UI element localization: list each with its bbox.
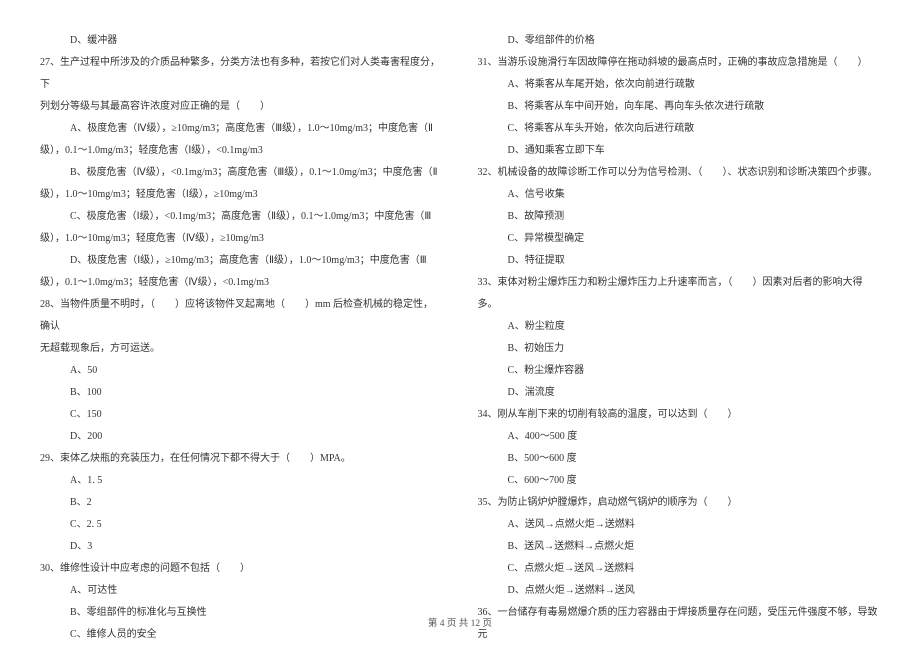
right-column: D、零组部件的价格 31、当游乐设施滑行车因故障停在拖动斜坡的最高点时，正确的事… (478, 30, 881, 646)
q33-option-c: C、粉尘爆炸容器 (478, 360, 881, 382)
q31-option-a: A、将乘客从车尾开始，依次向前进行疏散 (478, 74, 881, 96)
q32-option-d: D、特征提取 (478, 250, 881, 272)
q29-option-c: C、2. 5 (40, 514, 443, 536)
q27-option-c-line1: C、极度危害（Ⅰ级），<0.1mg/m3；高度危害（Ⅱ级），0.1～1.0mg/… (40, 206, 443, 228)
q28-option-b: B、100 (40, 382, 443, 404)
q31-stem: 31、当游乐设施滑行车因故障停在拖动斜坡的最高点时，正确的事故应急措施是（ ） (478, 52, 881, 74)
left-column: D、缓冲器 27、生产过程中所涉及的介质品种繁多，分类方法也有多种，若按它们对人… (40, 30, 443, 646)
q27-option-b-line2: 级），1.0～10mg/m3；轻度危害（Ⅰ级），≥10mg/m3 (40, 184, 443, 206)
q27-stem-line1: 27、生产过程中所涉及的介质品种繁多，分类方法也有多种，若按它们对人类毒害程度分… (40, 52, 443, 96)
q27-option-a-line2: 级），0.1～1.0mg/m3；轻度危害（Ⅰ级），<0.1mg/m3 (40, 140, 443, 162)
q27-option-b-line1: B、极度危害（Ⅳ级），<0.1mg/m3；高度危害（Ⅲ级），0.1～1.0mg/… (40, 162, 443, 184)
q30-option-a: A、可达性 (40, 580, 443, 602)
q32-option-c: C、异常模型确定 (478, 228, 881, 250)
q31-option-b: B、将乘客从车中间开始，向车尾、再向车头依次进行疏散 (478, 96, 881, 118)
q33-option-d: D、湍流度 (478, 382, 881, 404)
q26-option-d: D、缓冲器 (40, 30, 443, 52)
q35-option-c: C、点燃火炬→送风→送燃料 (478, 558, 881, 580)
q30-stem: 30、维修性设计中应考虑的问题不包括（ ） (40, 558, 443, 580)
q27-option-c-line2: 级），1.0～10mg/m3；轻度危害（Ⅳ级），≥10mg/m3 (40, 228, 443, 250)
q35-option-a: A、送风→点燃火炬→送燃料 (478, 514, 881, 536)
q35-stem: 35、为防止锅炉炉膛爆炸，启动燃气锅炉的顺序为（ ） (478, 492, 881, 514)
q29-option-d: D、3 (40, 536, 443, 558)
q33-option-a: A、粉尘粒度 (478, 316, 881, 338)
q34-option-c: C、600～700 度 (478, 470, 881, 492)
q35-option-b: B、送风→送燃料→点燃火炬 (478, 536, 881, 558)
two-column-layout: D、缓冲器 27、生产过程中所涉及的介质品种繁多，分类方法也有多种，若按它们对人… (40, 30, 880, 646)
q35-option-d: D、点燃火炬→送燃料→送风 (478, 580, 881, 602)
q29-option-b: B、2 (40, 492, 443, 514)
q30-option-d: D、零组部件的价格 (478, 30, 881, 52)
q27-option-d-line1: D、极度危害（Ⅰ级），≥10mg/m3；高度危害（Ⅱ级），1.0～10mg/m3… (40, 250, 443, 272)
q29-option-a: A、1. 5 (40, 470, 443, 492)
q32-option-a: A、信号收集 (478, 184, 881, 206)
q28-stem-line1: 28、当物件质量不明时，（ ）应将该物件叉起离地（ ）mm 后检查机械的稳定性，… (40, 294, 443, 338)
q32-stem: 32、机械设备的故障诊断工作可以分为信号检测、（ ）、状态识别和诊断决策四个步骤… (478, 162, 881, 184)
q31-option-d: D、通知乘客立即下车 (478, 140, 881, 162)
q28-stem-line2: 无超载现象后，方可运送。 (40, 338, 443, 360)
q29-stem: 29、束体乙炔瓶的充装压力，在任何情况下都不得大于（ ）MPA。 (40, 448, 443, 470)
q28-option-d: D、200 (40, 426, 443, 448)
q34-option-a: A、400～500 度 (478, 426, 881, 448)
q33-option-b: B、初始压力 (478, 338, 881, 360)
q27-stem-line2: 列划分等级与其最高容许浓度对应正确的是（ ） (40, 96, 443, 118)
q32-option-b: B、故障预测 (478, 206, 881, 228)
q34-option-b: B、500～600 度 (478, 448, 881, 470)
q27-option-d-line2: 级），0.1～1.0mg/m3；轻度危害（Ⅳ级），<0.1mg/m3 (40, 272, 443, 294)
q33-stem: 33、束体对粉尘爆炸压力和粉尘爆炸压力上升速率而言，（ ）因素对后者的影响大得多… (478, 272, 881, 316)
q27-option-a-line1: A、极度危害（Ⅳ级），≥10mg/m3；高度危害（Ⅲ级），1.0～10mg/m3… (40, 118, 443, 140)
q34-stem: 34、刚从车削下来的切削有较高的温度，可以达到（ ） (478, 404, 881, 426)
q31-option-c: C、将乘客从车头开始，依次向后进行疏散 (478, 118, 881, 140)
q28-option-a: A、50 (40, 360, 443, 382)
page-footer: 第 4 页 共 12 页 (0, 614, 920, 635)
q28-option-c: C、150 (40, 404, 443, 426)
